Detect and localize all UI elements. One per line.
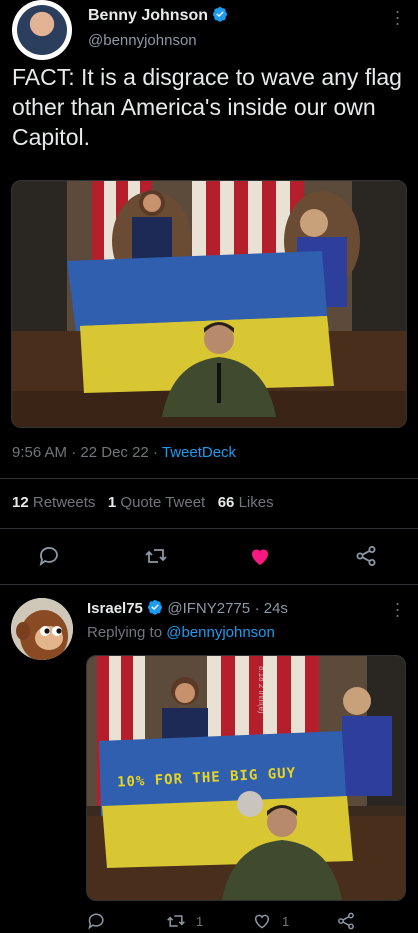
tweet-image[interactable] xyxy=(11,180,407,428)
reply-image[interactable]: 10% FOR THE BIG GUY 8:18 2 Ihm(e) xyxy=(86,655,406,901)
comment-bubble-icon[interactable] xyxy=(87,911,107,931)
capitol-flag-photo xyxy=(12,181,406,427)
monkey-puppet-avatar xyxy=(11,598,73,660)
heart-icon[interactable] xyxy=(248,544,272,568)
reply-author-name[interactable]: Israel75 xyxy=(87,600,143,617)
tweet-timestamp[interactable]: 9:56 AM · 22 Dec 22 · TweetDeck xyxy=(12,444,236,461)
image-watermark: 8:18 2 Ihm(e) xyxy=(257,666,266,714)
tweet-text: FACT: It is a disgrace to wave any flag … xyxy=(12,64,402,150)
reply-author-avatar[interactable] xyxy=(11,598,73,660)
retweet-icon[interactable] xyxy=(166,911,186,931)
divider xyxy=(0,478,418,479)
author-name[interactable]: Benny Johnson xyxy=(88,7,208,24)
retweet-icon[interactable] xyxy=(144,544,168,568)
reply-time[interactable]: · 24s xyxy=(255,600,288,617)
replying-to-link[interactable]: @bennyjohnson xyxy=(166,624,275,641)
more-dots-icon[interactable]: · · · xyxy=(392,594,402,624)
replying-to: Replying to @bennyjohnson xyxy=(87,624,275,641)
likes-stat[interactable]: 66 Likes xyxy=(218,494,274,511)
tweet-source-link[interactable]: TweetDeck xyxy=(162,444,236,461)
quote-tweets-stat[interactable]: 1 Quote Tweet xyxy=(108,494,205,511)
tweet-stats: 12 Retweets 1 Quote Tweet 66 Likes xyxy=(12,494,274,511)
author-handle[interactable]: @bennyjohnson xyxy=(88,32,197,49)
reply-header: Israel75 @IFNY2775 · 24s xyxy=(87,599,288,618)
heart-icon[interactable] xyxy=(252,911,272,931)
comment-bubble-icon[interactable] xyxy=(38,544,62,568)
author-avatar[interactable] xyxy=(12,0,72,60)
verified-badge-icon xyxy=(213,7,228,22)
divider xyxy=(0,584,418,585)
verified-badge-icon xyxy=(147,600,162,615)
reply-like-count: 1 xyxy=(282,914,290,929)
reply-retweet-count: 1 xyxy=(196,914,204,929)
retweets-stat[interactable]: 12 Retweets xyxy=(12,494,95,511)
reply-author-handle[interactable]: @IFNY2775 xyxy=(167,600,250,617)
more-dots-icon[interactable]: · · · xyxy=(392,2,402,32)
share-icon[interactable] xyxy=(336,911,356,931)
share-icon[interactable] xyxy=(354,544,378,568)
divider xyxy=(0,528,418,529)
author-name-row[interactable]: Benny Johnson xyxy=(88,6,228,25)
